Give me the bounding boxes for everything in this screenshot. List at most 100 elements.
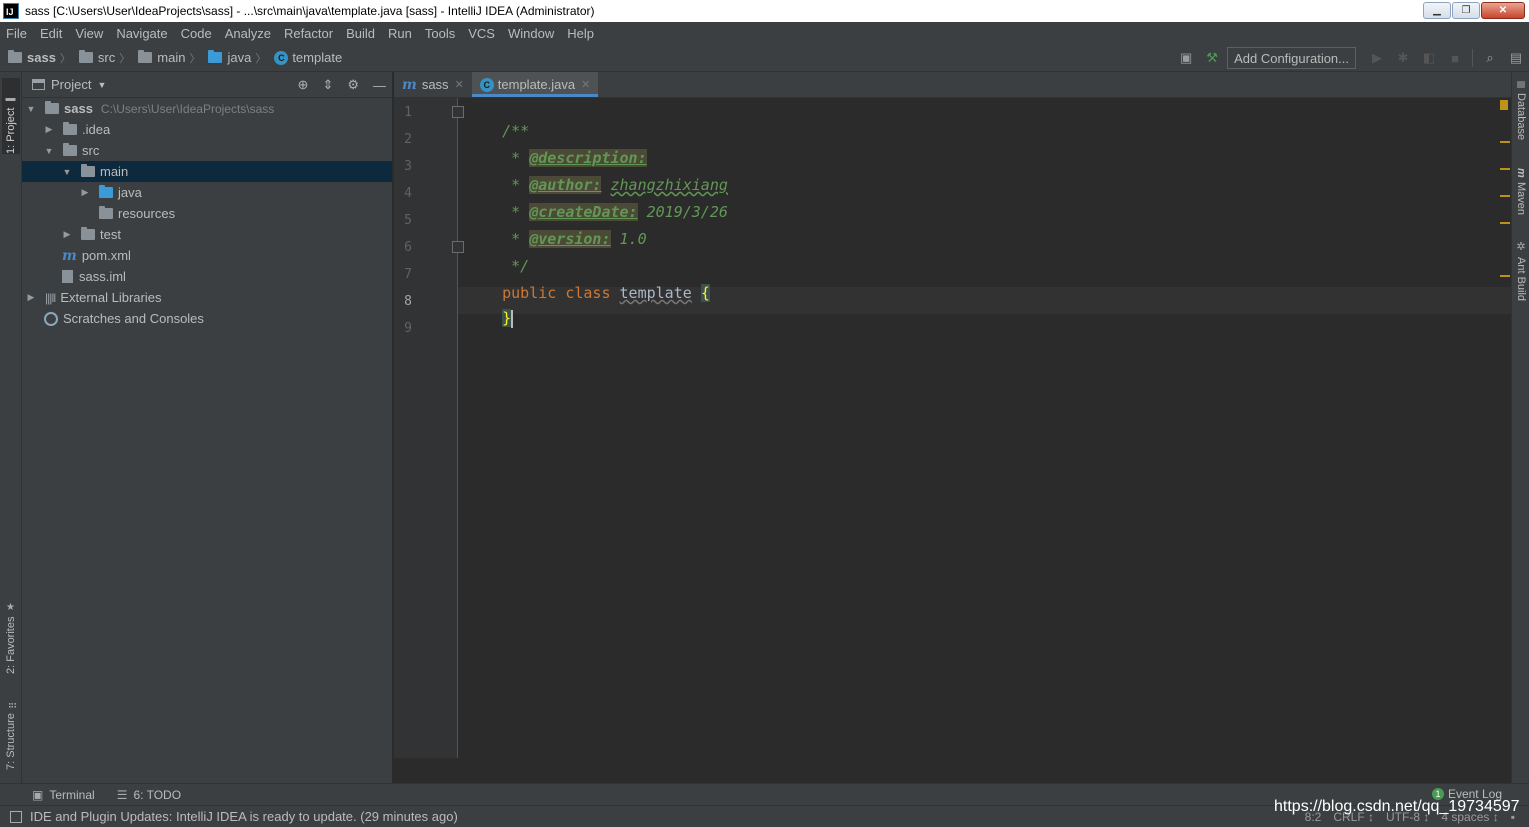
error-stripe[interactable] [1499, 98, 1511, 758]
tab-label: 1: Project [5, 107, 17, 154]
locate-target-icon[interactable]: ⊕ [298, 77, 309, 93]
tree-item-external-libraries[interactable]: ▶ |||‖ External Libraries [22, 287, 392, 308]
close-tab-icon[interactable]: ✕ [581, 78, 590, 91]
tab-terminal[interactable]: ▣ Terminal [32, 788, 95, 802]
tree-item-label: sass.iml [79, 269, 126, 284]
tree-item-src[interactable]: ▼ src [22, 140, 392, 161]
hide-panel-icon[interactable]: — [373, 78, 386, 93]
tab-structure[interactable]: 7: Structure ⠿ [2, 688, 20, 770]
todo-list-icon: ☰ [116, 787, 128, 802]
minimize-button[interactable]: ▁ [1423, 2, 1451, 19]
tab-template-java[interactable]: C template.java ✕ [471, 72, 599, 97]
expanded-arrow-icon[interactable]: ▼ [44, 146, 54, 156]
fold-marker-icon[interactable] [452, 106, 464, 118]
tab-label: 7: Structure [5, 713, 17, 770]
collapsed-arrow-icon[interactable]: ▶ [80, 187, 90, 198]
menu-help[interactable]: Help [567, 26, 594, 41]
tab-maven[interactable]: m Maven [1513, 168, 1529, 224]
tab-ant-build[interactable]: ✲ Ant Build [1513, 240, 1529, 312]
folder-icon [78, 50, 93, 63]
add-configuration-button[interactable]: Add Configuration... [1227, 47, 1356, 69]
collapsed-arrow-icon[interactable]: ▶ [26, 292, 36, 303]
expanded-arrow-icon[interactable]: ▼ [62, 167, 72, 177]
collapsed-arrow-icon[interactable]: ▶ [62, 229, 72, 240]
tab-database[interactable]: ≣ Database [1513, 80, 1529, 152]
collapsed-arrow-icon[interactable]: ▶ [44, 124, 54, 135]
module-folder-icon [8, 50, 22, 63]
debug-icon[interactable]: ✱ [1395, 50, 1411, 66]
stop-icon[interactable]: ■ [1447, 50, 1463, 66]
breadcrumb-sass[interactable]: sass 〉 [8, 50, 71, 66]
chevron-down-icon[interactable]: ▼ [97, 80, 106, 90]
menu-run[interactable]: Run [388, 26, 412, 41]
tree-item-label: .idea [82, 122, 111, 137]
tree-item-java[interactable]: ▶ java [22, 182, 392, 203]
keyword: class [565, 284, 611, 302]
breadcrumb-java[interactable]: java 〉 [208, 50, 266, 66]
menu-build[interactable]: Build [346, 26, 375, 41]
left-tool-strip: 1: Project ▬ 2: Favorites ★ 7: Structure… [0, 72, 22, 783]
warning-marker[interactable] [1500, 168, 1510, 170]
warning-marker[interactable] [1500, 141, 1510, 143]
warning-marker[interactable] [1500, 195, 1510, 197]
menu-navigate[interactable]: Navigate [116, 26, 167, 41]
menu-code[interactable]: Code [181, 26, 212, 41]
javadoc-value: 1.0 [619, 230, 647, 248]
menu-vcs[interactable]: VCS [468, 26, 495, 41]
tab-todo[interactable]: ☰ 6: TODO [117, 788, 181, 802]
collapse-all-icon[interactable]: ⇕ [322, 77, 333, 93]
menu-refactor[interactable]: Refactor [284, 26, 333, 41]
project-structure-icon[interactable]: ▣ [1178, 50, 1194, 66]
search-everywhere-icon[interactable]: ⌕ [1482, 50, 1498, 66]
tree-item-label: pom.xml [81, 248, 131, 263]
run-icon[interactable]: ▶ [1369, 50, 1385, 66]
close-tab-icon[interactable]: ✕ [455, 78, 464, 91]
breadcrumb-main[interactable]: main 〉 [138, 50, 200, 66]
menu-file[interactable]: File [6, 26, 27, 41]
tab-sass[interactable]: m sass ✕ [394, 72, 472, 97]
sdk-icon[interactable]: ▤ [1508, 50, 1524, 66]
project-panel: Project ▼ ⊕ ⇕ ⚙ — ▼ sass C:\Users\User\I… [22, 72, 393, 783]
menu-analyze[interactable]: Analyze [225, 26, 271, 41]
status-message[interactable]: IDE and Plugin Updates: IntelliJ IDEA is… [30, 809, 458, 824]
tree-item-scratches[interactable]: Scratches and Consoles [22, 308, 392, 329]
code-editor[interactable]: 1 2 3 4 5 6 7 8 9 /** * @description: * … [394, 98, 1511, 783]
menu-window[interactable]: Window [508, 26, 554, 41]
warning-marker[interactable] [1500, 275, 1510, 277]
tree-item-resources[interactable]: resources [22, 203, 392, 224]
breadcrumb-label: sass [27, 50, 56, 65]
tree-item-pom[interactable]: m pom.xml [22, 245, 392, 266]
menu-tools[interactable]: Tools [425, 26, 455, 41]
tree-item-main[interactable]: ▼ main [22, 161, 392, 182]
folder-icon [81, 164, 95, 177]
text-caret [511, 309, 514, 328]
tree-item-test[interactable]: ▶ test [22, 224, 392, 245]
breadcrumb-template[interactable]: C template [274, 50, 342, 65]
source-folder-icon [208, 50, 223, 63]
tree-item-sass[interactable]: ▼ sass C:\Users\User\IdeaProjects\sass [22, 98, 392, 119]
gear-icon[interactable]: ⚙ [347, 77, 359, 93]
editor-tab-bar: m sass ✕ C template.java ✕ [394, 72, 1511, 98]
tree-item-label: resources [118, 206, 176, 221]
project-view-icon [32, 79, 45, 90]
fold-marker-icon[interactable] [452, 241, 464, 253]
project-view-selector[interactable]: Project [51, 77, 91, 92]
expanded-arrow-icon[interactable]: ▼ [26, 104, 36, 114]
warning-indicator-icon[interactable] [1500, 100, 1508, 110]
restore-button[interactable]: ❐ [1452, 2, 1480, 19]
tab-project[interactable]: 1: Project ▬ [2, 78, 20, 154]
toggle-tool-windows-icon[interactable] [10, 810, 22, 823]
tree-item-idea[interactable]: ▶ .idea [22, 119, 392, 140]
warning-marker[interactable] [1500, 222, 1510, 224]
menu-view[interactable]: View [75, 26, 103, 41]
breadcrumb-src[interactable]: src 〉 [78, 50, 130, 66]
tree-item-label: test [100, 227, 121, 242]
folder-icon [63, 122, 77, 135]
build-hammer-icon[interactable]: ⚒ [1204, 50, 1220, 66]
code-line: } [466, 291, 514, 346]
tab-favorites[interactable]: 2: Favorites ★ [2, 592, 20, 674]
menu-edit[interactable]: Edit [40, 26, 62, 41]
tree-item-sass-iml[interactable]: sass.iml [22, 266, 392, 287]
coverage-icon[interactable]: ◧ [1421, 50, 1437, 66]
close-button[interactable]: ✕ [1481, 2, 1525, 19]
